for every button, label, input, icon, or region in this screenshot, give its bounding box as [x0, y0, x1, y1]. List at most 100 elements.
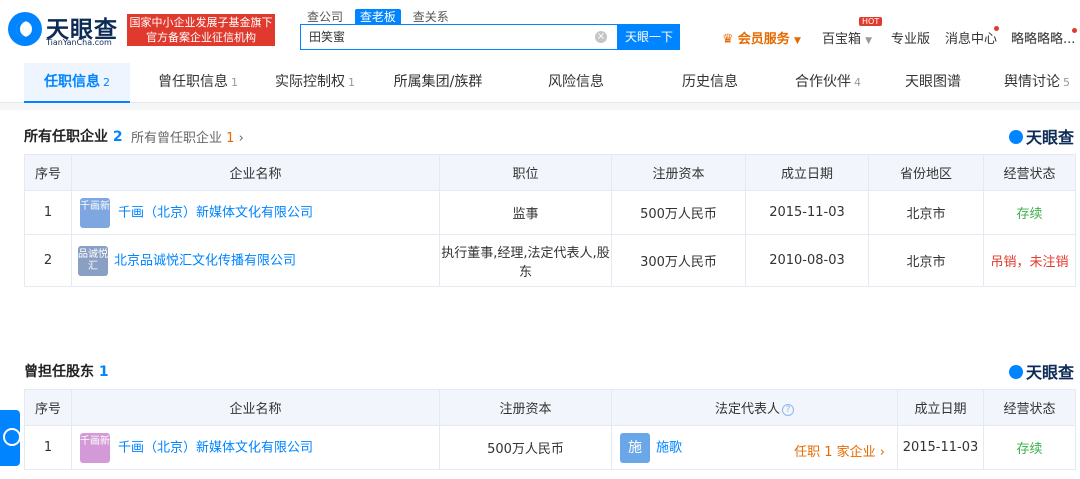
tab-history[interactable]: 历史信息 — [657, 63, 763, 103]
logo-site: TianYanCha.com — [46, 38, 112, 47]
message-center-link[interactable]: 消息中心 — [945, 28, 997, 47]
tab-label: 舆情讨论 — [1004, 74, 1060, 90]
message-dot-icon — [994, 26, 999, 31]
section-title: 曾担任股东 1 — [24, 361, 109, 381]
search-input[interactable]: 田笑蜜 × — [300, 24, 618, 50]
col-header: 成立日期 — [897, 389, 984, 426]
company-link[interactable]: 千画（北京）新媒体文化有限公司 — [118, 205, 313, 220]
company-cell: 千画新 千画（北京）新媒体文化有限公司 — [71, 425, 440, 470]
tab-past-positions[interactable]: 曾任职信息 1 — [145, 63, 251, 103]
capital-cell: 300万人民币 — [611, 234, 746, 287]
search-tab-relation[interactable]: 查关系 — [413, 10, 449, 24]
position-cell: 执行董事,经理,法定代表人,股东 — [439, 234, 612, 287]
past-positions-label: 所有曾任职企业 — [131, 131, 223, 146]
search-button[interactable]: 天眼一下 — [618, 24, 680, 50]
section-title: 所有任职企业 2 — [24, 126, 123, 146]
col-header: 企业名称 — [71, 154, 440, 191]
tab-count: 1 — [231, 76, 238, 89]
company-cell: 千画新 千画（北京）新媒体文化有限公司 — [71, 190, 440, 235]
chevron-right-icon: › — [879, 445, 885, 460]
chevron-right-icon: › — [238, 131, 244, 146]
logo-eye-icon — [8, 12, 42, 46]
clear-icon[interactable]: × — [595, 31, 607, 43]
brand-watermark: 天眼查 — [1009, 359, 1074, 383]
search-tab-company[interactable]: 查公司 — [307, 10, 343, 24]
tab-discussion[interactable]: 舆情讨论 5 — [994, 63, 1080, 103]
past-positions-link[interactable]: 所有曾任职企业 1 › — [131, 127, 244, 146]
row-number: 1 — [24, 190, 72, 235]
col-header: 企业名称 — [71, 389, 440, 426]
col-header: 法定代表人? — [611, 389, 898, 426]
table-header-row: 序号 企业名称 职位 注册资本 成立日期 省份地区 经营状态 — [24, 154, 1076, 191]
rep-positions-link[interactable]: 任职 1 家企业 › — [794, 441, 885, 460]
tab-current-positions[interactable]: 任职信息 2 — [24, 63, 130, 103]
tab-actual-control[interactable]: 实际控制权 1 — [262, 63, 368, 103]
company-logo[interactable]: 千画新 — [80, 197, 110, 228]
vip-label: 会员服务 — [737, 32, 790, 47]
date-cell: 2015-11-03 — [897, 425, 984, 470]
col-header: 注册资本 — [611, 154, 746, 191]
baibao-menu[interactable]: 百宝箱 ▼ — [822, 28, 872, 47]
company-link[interactable]: 北京品诚悦汇文化传播有限公司 — [114, 253, 296, 268]
col-header: 经营状态 — [983, 154, 1076, 191]
tab-label: 天眼图谱 — [905, 74, 961, 90]
brand-watermark: 天眼查 — [1009, 124, 1074, 148]
search-tabs: 查公司 查老板 查关系 — [307, 8, 457, 25]
tab-count: 5 — [1063, 76, 1070, 89]
rep-avatar[interactable]: 施 — [620, 432, 650, 463]
status-cell: 存续 — [983, 190, 1076, 235]
floating-service-button[interactable] — [0, 410, 21, 466]
tab-label: 任职信息 — [44, 74, 100, 90]
crown-icon: ♛ — [722, 32, 734, 47]
section-count: 2 — [112, 129, 123, 145]
rep-positions-text: 任职 1 家企业 — [794, 445, 876, 460]
profile-tabs: 任职信息 2 曾任职信息 1 实际控制权 1 所属集团/族群 风险信息 历史信息 合作… — [0, 63, 1080, 103]
user-dot-icon — [1072, 28, 1077, 33]
table-header-row: 序号 企业名称 注册资本 法定代表人? 成立日期 经营状态 — [24, 389, 1076, 426]
vip-menu[interactable]: ♛ 会员服务 ▼ — [722, 28, 801, 47]
search-input-value: 田笑蜜 — [309, 30, 346, 44]
company-logo[interactable]: 千画新 — [80, 432, 110, 463]
tab-graph[interactable]: 天眼图谱 — [880, 63, 986, 103]
hot-badge: HOT — [859, 17, 883, 26]
caret-down-icon: ▼ — [793, 36, 801, 46]
badge-line-2: 官方备案企业征信机构 — [146, 31, 256, 44]
table-row: 1 千画新 千画（北京）新媒体文化有限公司 监事 500万人民币 2015-11-… — [24, 190, 1076, 235]
col-header: 成立日期 — [745, 154, 869, 191]
section-count: 1 — [98, 364, 109, 380]
tab-label: 合作伙伴 — [795, 74, 851, 90]
col-header: 注册资本 — [439, 389, 612, 426]
tab-risk[interactable]: 风险信息 — [523, 63, 629, 103]
rep-link[interactable]: 施歌 — [656, 440, 682, 455]
official-badge: 国家中小企业发展子基金旗下 官方备案企业征信机构 — [127, 14, 275, 46]
search-tab-boss[interactable]: 查老板 — [354, 9, 401, 25]
tab-label: 曾任职信息 — [158, 74, 228, 90]
tab-partners[interactable]: 合作伙伴 4 — [775, 63, 881, 103]
company-logo[interactable]: 品诚悦汇 — [78, 245, 108, 276]
site-logo[interactable]: 天眼查 TianYanCha.com — [8, 10, 120, 50]
baibao-label: 百宝箱 — [822, 32, 862, 47]
col-header-text: 法定代表人 — [714, 402, 780, 417]
company-link[interactable]: 千画（北京）新媒体文化有限公司 — [118, 440, 313, 455]
tab-label: 风险信息 — [548, 74, 604, 90]
section-title-text: 所有任职企业 — [24, 129, 108, 145]
tab-label: 所属集团/族群 — [393, 74, 483, 90]
tab-label: 历史信息 — [682, 74, 738, 90]
col-header: 省份地区 — [868, 154, 984, 191]
help-icon[interactable]: ? — [782, 404, 794, 416]
date-cell: 2010-08-03 — [745, 234, 869, 287]
col-header: 职位 — [439, 154, 612, 191]
table-row: 2 品诚悦汇 北京品诚悦汇文化传播有限公司 执行董事,经理,法定代表人,股东 30… — [24, 234, 1076, 287]
capital-cell: 500万人民币 — [611, 190, 746, 235]
top-bar: 天眼查 TianYanCha.com 国家中小企业发展子基金旗下 官方备案企业征… — [0, 0, 1080, 63]
shareholder-table: 序号 企业名称 注册资本 法定代表人? 成立日期 经营状态 1 千画新 千画（北京… — [24, 389, 1076, 470]
pro-link[interactable]: 专业版 — [891, 28, 930, 47]
past-positions-count: 1 — [226, 131, 235, 146]
tab-count: 2 — [103, 76, 110, 89]
col-header: 序号 — [24, 154, 72, 191]
table-row: 1 千画新 千画（北京）新媒体文化有限公司 500万人民币 施施歌 任职 1 家企业… — [24, 425, 1076, 470]
col-header: 经营状态 — [983, 389, 1076, 426]
tab-group[interactable]: 所属集团/族群 — [380, 63, 496, 103]
past-shareholder-section: 曾担任股东 1 天眼查 序号 企业名称 注册资本 法定代表人? 成立日期 经营状… — [0, 350, 1080, 479]
user-menu[interactable]: 略略略略... — [1011, 28, 1075, 47]
